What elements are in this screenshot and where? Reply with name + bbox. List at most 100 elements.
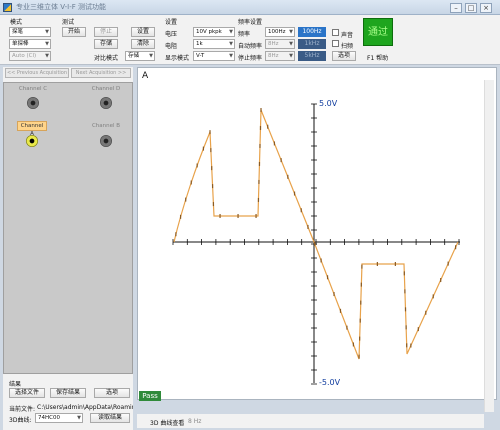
trace-marker xyxy=(175,232,177,237)
window-title: 专业三维立体 V-I-F 测试功能 xyxy=(16,3,106,11)
channel-c-label: Channel C xyxy=(18,86,48,92)
voltage-select[interactable]: 10V pkpk ▼ xyxy=(193,27,235,37)
chevron-down-icon: ▼ xyxy=(77,415,81,421)
channel-d-label: Channel D xyxy=(91,86,121,92)
curve-view-label: 3D 曲线查看 xyxy=(150,420,185,427)
trace-marker xyxy=(410,343,412,348)
trace-marker xyxy=(432,294,434,299)
trace-marker xyxy=(293,191,296,196)
trace-marker xyxy=(440,277,442,282)
auto-freq-select[interactable]: 8Hz ▼ xyxy=(265,39,295,49)
scan-checkbox[interactable] xyxy=(332,40,339,47)
read-result-button[interactable]: 读取结果 xyxy=(90,413,130,423)
stop-freq-select[interactable]: 8Hz ▼ xyxy=(265,51,295,61)
trace-marker xyxy=(257,197,260,202)
resistance-select[interactable]: 1k ▼ xyxy=(193,39,235,49)
single-probe-select[interactable]: 单探棒 ▼ xyxy=(9,39,51,49)
setting-button[interactable]: 设置 xyxy=(131,27,155,37)
trace-markers xyxy=(175,108,457,359)
stop-freq-label: 停止频率 xyxy=(238,55,263,62)
bottom-voltage-label: -5.0V xyxy=(319,378,341,387)
waveform-trace xyxy=(173,109,459,360)
trace-marker xyxy=(202,146,205,151)
mode-header: 模式 xyxy=(10,19,23,26)
stop-freq-display: 5kHz xyxy=(298,51,326,61)
auto-freq-value: 8Hz xyxy=(268,41,279,47)
channel-c-probe-icon[interactable] xyxy=(27,97,39,109)
status-badge: Pass xyxy=(139,391,161,401)
trace-marker xyxy=(300,208,302,213)
display-mode-label: 显示模式 xyxy=(165,55,190,62)
trace-marker xyxy=(237,214,239,218)
channel-a-label[interactable]: Channel A xyxy=(17,121,47,137)
channel-b-probe-icon[interactable] xyxy=(100,135,112,147)
vertical-scrollbar[interactable] xyxy=(484,80,494,412)
trace-marker xyxy=(359,318,361,323)
previous-acquisition-button[interactable]: << Previous Acquisition xyxy=(5,68,69,78)
voltage-value: 10V pkpk xyxy=(196,29,222,35)
display-mode-select[interactable]: V-T ▼ xyxy=(193,51,235,61)
pen-select[interactable]: 探笔 ▼ xyxy=(9,27,51,37)
clear-button[interactable]: 清除 xyxy=(131,39,155,49)
maximize-icon[interactable]: □ xyxy=(465,3,477,13)
help-link[interactable]: F1 帮助 xyxy=(367,53,388,62)
save-button[interactable]: 存储 xyxy=(94,39,118,49)
chevron-down-icon: ▼ xyxy=(289,29,293,35)
trace-marker xyxy=(196,163,198,168)
trace-marker xyxy=(190,180,192,185)
results-options-button[interactable]: 选项 xyxy=(94,388,130,398)
trace-marker xyxy=(358,354,360,359)
curve3d-select[interactable]: 74HC00 ▼ xyxy=(35,413,83,423)
curve3d-value: 74HC00 xyxy=(38,415,60,421)
trace-marker xyxy=(361,264,363,269)
trace-marker xyxy=(425,310,427,315)
trace-marker xyxy=(404,307,407,312)
trace-marker xyxy=(360,300,362,305)
freq-display: 100Hz xyxy=(298,27,326,37)
chevron-down-icon: ▼ xyxy=(229,53,233,59)
chevron-down-icon: ▼ xyxy=(45,53,49,59)
trace-marker xyxy=(307,224,309,229)
auto-select-value: Auto (Cl) xyxy=(12,53,37,59)
current-file-label: 当前文件: xyxy=(9,406,36,413)
waveform-svg: A 5.0V -5.0V xyxy=(142,71,460,387)
sound-checkbox[interactable] xyxy=(332,29,339,36)
axis-ticks xyxy=(172,103,460,385)
next-acquisition-button[interactable]: Next Acquisition >> xyxy=(71,68,131,78)
trace-marker xyxy=(314,241,316,246)
trace-marker xyxy=(287,174,289,179)
toolbar: 模式 探笔 ▼ 单探棒 ▼ Auto (Cl) ▼ 测试 开始 停止 存储 对比模式 … xyxy=(0,15,500,65)
freq-select[interactable]: 100Hz ▼ xyxy=(265,27,295,37)
save-result-button[interactable]: 保存结果 xyxy=(50,388,86,398)
minimize-icon[interactable]: – xyxy=(450,3,462,13)
compare-mode-value: 存储 xyxy=(128,53,140,59)
chevron-down-icon: ▼ xyxy=(229,29,233,35)
channel-d-probe-icon[interactable] xyxy=(100,97,112,109)
start-button[interactable]: 开始 xyxy=(62,27,86,37)
waveform-display[interactable]: A 5.0V -5.0V xyxy=(137,67,497,400)
trace-marker xyxy=(360,282,362,287)
stop-button[interactable]: 停止 xyxy=(94,27,118,37)
chevron-down-icon: ▼ xyxy=(229,41,233,47)
compare-mode-label: 对比模式 xyxy=(94,55,119,62)
scan-label: 扫频 xyxy=(341,43,354,50)
channel-indicator: A xyxy=(142,71,149,81)
compare-mode-select[interactable]: 存储 ▼ xyxy=(125,51,155,61)
trace-marker xyxy=(394,262,396,266)
freq-options-button[interactable]: 选项 xyxy=(332,51,356,61)
title-bar: 专业三维立体 V-I-F 测试功能 – □ × xyxy=(0,0,500,15)
auto-select[interactable]: Auto (Cl) ▼ xyxy=(9,51,51,61)
trace-marker xyxy=(209,130,211,135)
trace-marker xyxy=(280,158,282,163)
single-probe-value: 单探棒 xyxy=(12,41,29,47)
settings-header: 设置 xyxy=(165,19,178,26)
chevron-down-icon: ▼ xyxy=(45,29,49,35)
channel-a-probe-icon[interactable] xyxy=(26,135,38,147)
trace-marker xyxy=(339,308,342,313)
chevron-down-icon: ▼ xyxy=(289,53,293,59)
close-icon[interactable]: × xyxy=(480,3,492,13)
select-file-button[interactable]: 选择文件 xyxy=(9,388,45,398)
trace-marker xyxy=(211,166,213,171)
sound-label: 声音 xyxy=(341,32,354,39)
pass-indicator: 通过 xyxy=(363,18,393,46)
